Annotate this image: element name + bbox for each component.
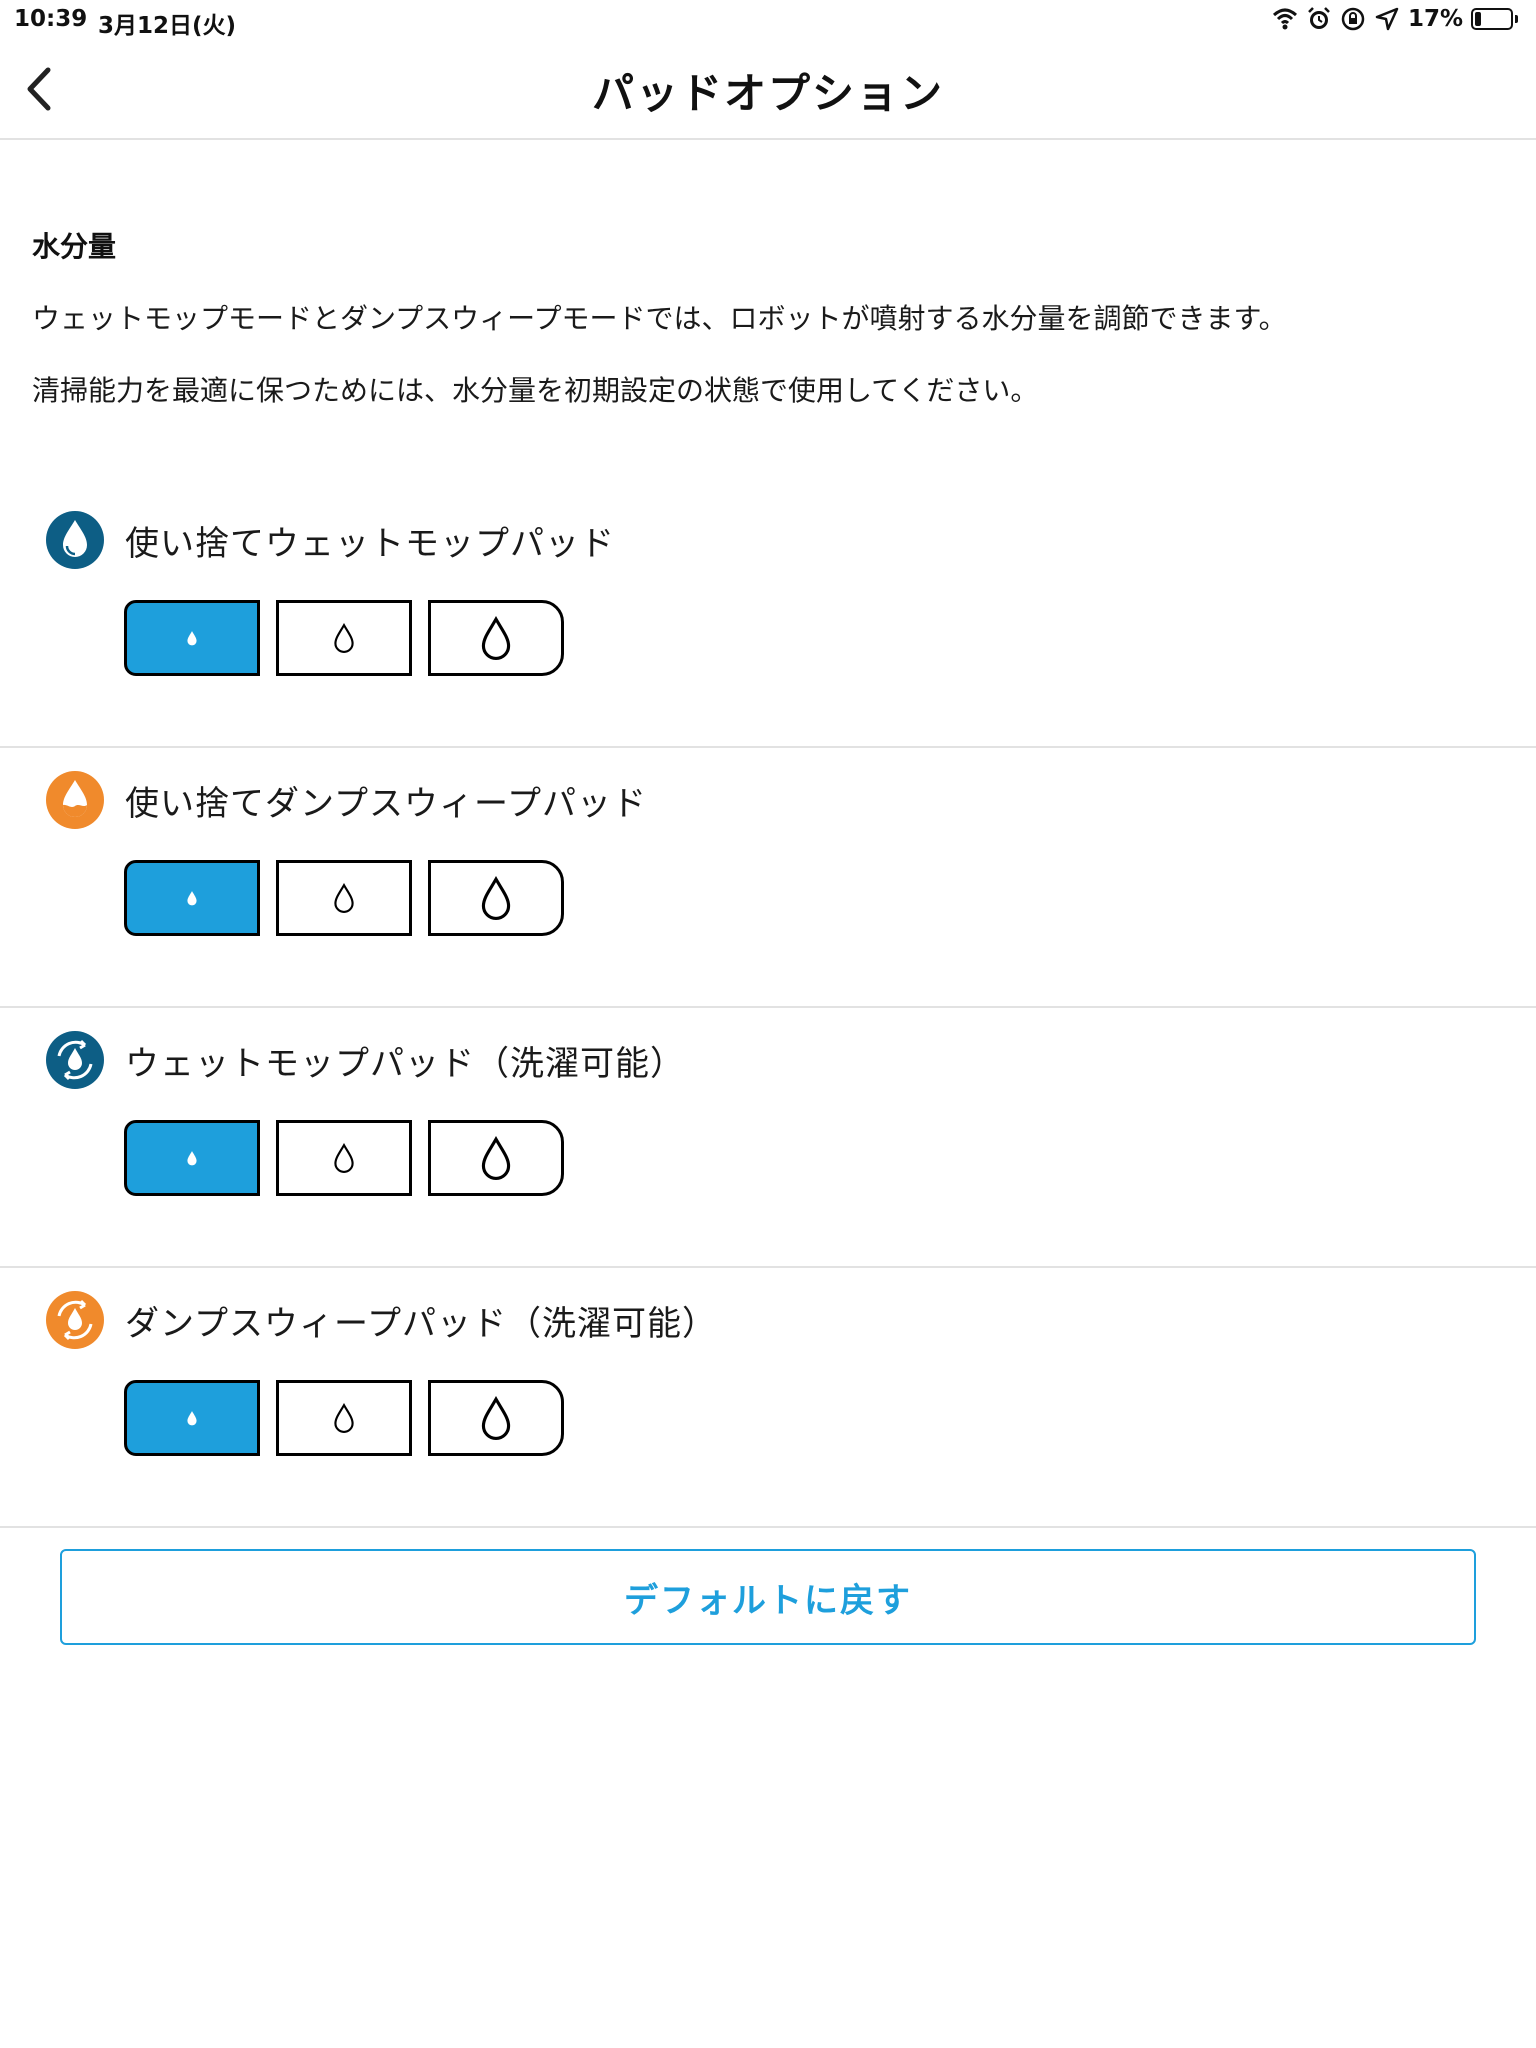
status-date: 3月12日(火) — [98, 13, 237, 39]
navigation-bar: パッドオプション — [0, 40, 1536, 140]
pad-label: ウェットモップパッド（洗濯可能） — [125, 1044, 685, 1084]
water-level-low-button[interactable] — [124, 600, 260, 676]
water-level-selector — [124, 1120, 564, 1196]
pad-row-disposable-wet-mop: 使い捨てウェットモップパッド — [0, 488, 1536, 748]
disposable-damp-sweep-icon — [45, 770, 105, 830]
high-water-drop-icon — [481, 1136, 511, 1180]
medium-water-drop-icon — [334, 1143, 354, 1173]
high-water-drop-icon — [481, 876, 511, 920]
water-level-medium-button[interactable] — [276, 600, 412, 676]
low-water-drop-icon — [187, 1411, 197, 1426]
medium-water-drop-icon — [334, 1403, 354, 1433]
status-icons: 17% — [1272, 6, 1518, 32]
medium-water-drop-icon — [334, 623, 354, 653]
water-level-medium-button[interactable] — [276, 1120, 412, 1196]
reset-to-default-button[interactable]: デフォルトに戻す — [60, 1549, 1476, 1645]
pad-label: ダンプスウィープパッド（洗濯可能） — [125, 1304, 717, 1344]
disposable-wet-mop-icon — [45, 510, 105, 570]
rotation-lock-icon — [1340, 6, 1366, 32]
water-level-medium-button[interactable] — [276, 1380, 412, 1456]
water-level-selector — [124, 860, 564, 936]
pad-row-disposable-damp-sweep: 使い捨てダンプスウィープパッド — [0, 748, 1536, 1008]
water-level-high-button[interactable] — [428, 600, 564, 676]
washable-wet-mop-icon — [45, 1030, 105, 1090]
water-level-medium-button[interactable] — [276, 860, 412, 936]
low-water-drop-icon — [187, 891, 197, 906]
low-water-drop-icon — [187, 631, 197, 646]
washable-damp-sweep-icon — [45, 1290, 105, 1350]
low-water-drop-icon — [187, 1151, 197, 1166]
pad-label: 使い捨てダンプスウィープパッド — [125, 784, 647, 824]
water-level-high-button[interactable] — [428, 1120, 564, 1196]
water-level-low-button[interactable] — [124, 1380, 260, 1456]
section-title: 水分量 — [32, 230, 117, 263]
pad-row-washable-wet-mop: ウェットモップパッド（洗濯可能） — [0, 1008, 1536, 1268]
battery-percent: 17% — [1407, 6, 1463, 32]
water-level-selector — [124, 1380, 564, 1456]
water-level-low-button[interactable] — [124, 860, 260, 936]
water-level-high-button[interactable] — [428, 1380, 564, 1456]
pad-row-washable-damp-sweep: ダンプスウィープパッド（洗濯可能） — [0, 1268, 1536, 1528]
section-description-2: 清掃能力を最適に保つためには、水分量を初期設定の状態で使用してください。 — [32, 374, 1039, 407]
water-level-high-button[interactable] — [428, 860, 564, 936]
wifi-icon — [1272, 6, 1298, 32]
section-description-1: ウェットモップモードとダンプスウィープモードでは、ロボットが噴射する水分量を調節… — [32, 302, 1287, 335]
divider — [0, 1526, 1536, 1528]
page-title: パッドオプション — [591, 69, 944, 118]
battery-icon — [1471, 8, 1513, 30]
high-water-drop-icon — [481, 616, 511, 660]
medium-water-drop-icon — [334, 883, 354, 913]
high-water-drop-icon — [481, 1396, 511, 1440]
water-level-low-button[interactable] — [124, 1120, 260, 1196]
location-icon — [1374, 6, 1400, 32]
alarm-icon — [1306, 6, 1332, 32]
status-time: 10:39 — [14, 6, 88, 32]
battery-tip — [1515, 15, 1518, 23]
status-bar: 10:39 3月12日(火) 17% — [0, 0, 1536, 40]
battery-level — [1475, 12, 1481, 26]
pad-label: 使い捨てウェットモップパッド — [125, 524, 615, 564]
water-level-selector — [124, 600, 564, 676]
